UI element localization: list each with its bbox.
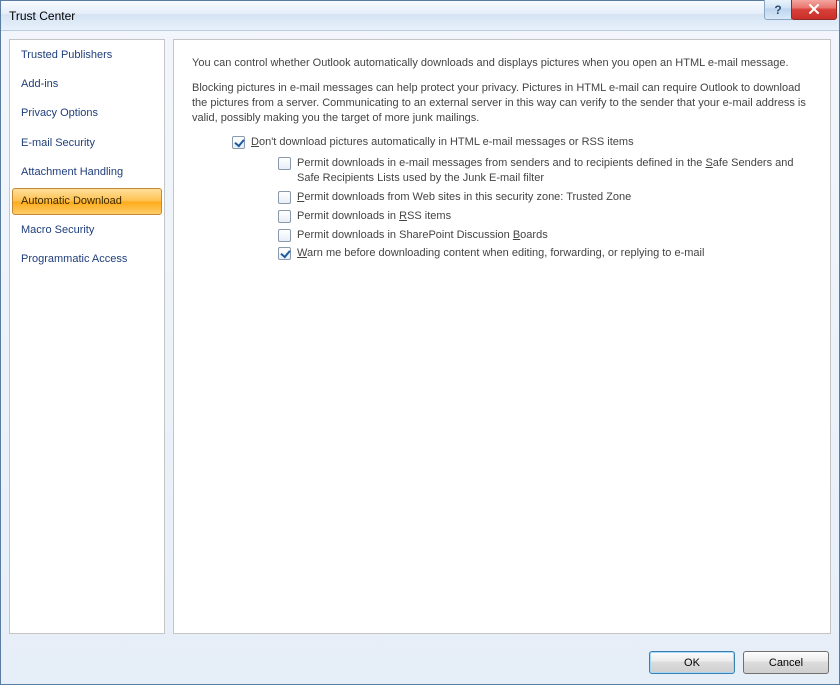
sidebar-item-label: Macro Security	[21, 224, 94, 236]
button-label: OK	[684, 657, 700, 669]
window-buttons: ?	[765, 1, 839, 30]
sidebar-item-label: Add-ins	[21, 78, 58, 90]
sidebar-item-label: Programmatic Access	[21, 253, 127, 265]
sidebar-item-programmatic-access[interactable]: Programmatic Access	[12, 246, 162, 273]
sidebar-item-label: Privacy Options	[21, 107, 98, 119]
checkbox-dont-download[interactable]	[232, 136, 245, 149]
dialog-footer: OK Cancel	[9, 634, 831, 676]
checkbox-permit-safe-senders[interactable]	[278, 157, 291, 170]
trust-center-window: Trust Center ? Trusted Publishers Add-in…	[0, 0, 840, 685]
sidebar-item-label: Trusted Publishers	[21, 49, 112, 61]
option-permit-safe-senders[interactable]: Permit downloads in e-mail messages from…	[278, 156, 812, 186]
checkbox-warn-before-download[interactable]	[278, 247, 291, 260]
option-label: Permit downloads from Web sites in this …	[297, 190, 631, 205]
sidebar-item-attachment-handling[interactable]: Attachment Handling	[12, 159, 162, 186]
sidebar-item-label: E-mail Security	[21, 137, 95, 149]
help-icon: ?	[774, 3, 781, 17]
intro-text-1: You can control whether Outlook automati…	[192, 56, 812, 71]
intro-text-2: Blocking pictures in e-mail messages can…	[192, 81, 812, 126]
help-button[interactable]: ?	[764, 0, 792, 20]
sidebar-item-trusted-publishers[interactable]: Trusted Publishers	[12, 42, 162, 69]
option-label: Permit downloads in e-mail messages from…	[297, 156, 812, 186]
option-label: Warn me before downloading content when …	[297, 246, 704, 261]
checkbox-permit-sharepoint[interactable]	[278, 229, 291, 242]
option-permit-trusted-zone[interactable]: Permit downloads from Web sites in this …	[278, 190, 812, 205]
category-sidebar: Trusted Publishers Add-ins Privacy Optio…	[9, 39, 165, 634]
option-label: Permit downloads in SharePoint Discussio…	[297, 228, 548, 243]
option-label: Permit downloads in RSS items	[297, 209, 451, 224]
option-warn-before-download[interactable]: Warn me before downloading content when …	[278, 246, 812, 261]
settings-pane: You can control whether Outlook automati…	[173, 39, 831, 634]
sidebar-item-automatic-download[interactable]: Automatic Download	[12, 188, 162, 215]
cancel-button[interactable]: Cancel	[743, 651, 829, 674]
close-icon	[808, 2, 820, 17]
option-permit-sharepoint[interactable]: Permit downloads in SharePoint Discussio…	[278, 228, 812, 243]
sidebar-item-email-security[interactable]: E-mail Security	[12, 130, 162, 157]
button-label: Cancel	[769, 657, 803, 669]
ok-button[interactable]: OK	[649, 651, 735, 674]
close-button[interactable]	[791, 0, 837, 20]
option-label: Don't download pictures automatically in…	[251, 135, 634, 150]
window-title: Trust Center	[9, 9, 765, 23]
sidebar-item-label: Attachment Handling	[21, 166, 123, 178]
checkbox-permit-trusted-zone[interactable]	[278, 191, 291, 204]
option-permit-rss[interactable]: Permit downloads in RSS items	[278, 209, 812, 224]
client-area: Trusted Publishers Add-ins Privacy Optio…	[1, 31, 839, 684]
titlebar[interactable]: Trust Center ?	[1, 1, 839, 31]
sidebar-item-privacy-options[interactable]: Privacy Options	[12, 100, 162, 127]
content: Trusted Publishers Add-ins Privacy Optio…	[9, 39, 831, 634]
sidebar-item-add-ins[interactable]: Add-ins	[12, 71, 162, 98]
sidebar-item-label: Automatic Download	[21, 195, 122, 207]
checkbox-permit-rss[interactable]	[278, 210, 291, 223]
sidebar-item-macro-security[interactable]: Macro Security	[12, 217, 162, 244]
option-dont-download[interactable]: Don't download pictures automatically in…	[232, 135, 812, 150]
